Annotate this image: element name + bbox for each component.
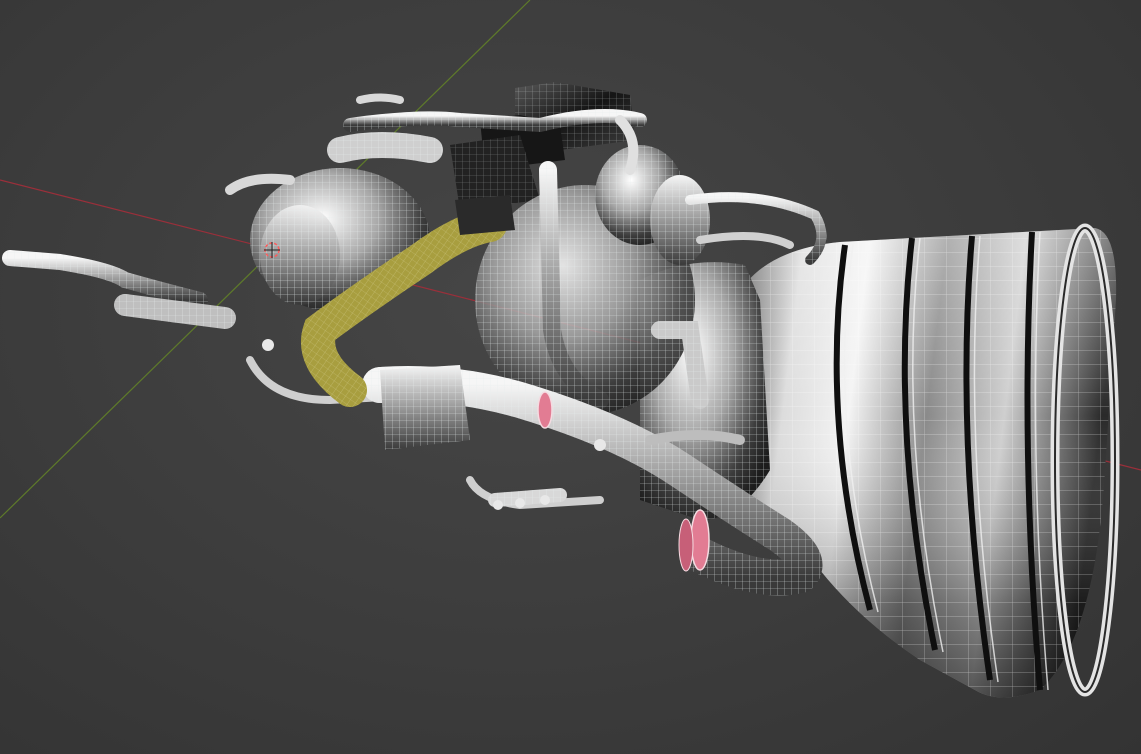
rocket-engine-model[interactable] <box>2 82 1120 698</box>
engine-nozzle[interactable] <box>735 223 1120 698</box>
viewport-canvas[interactable] <box>0 0 1141 754</box>
3d-viewport[interactable] <box>0 0 1141 754</box>
